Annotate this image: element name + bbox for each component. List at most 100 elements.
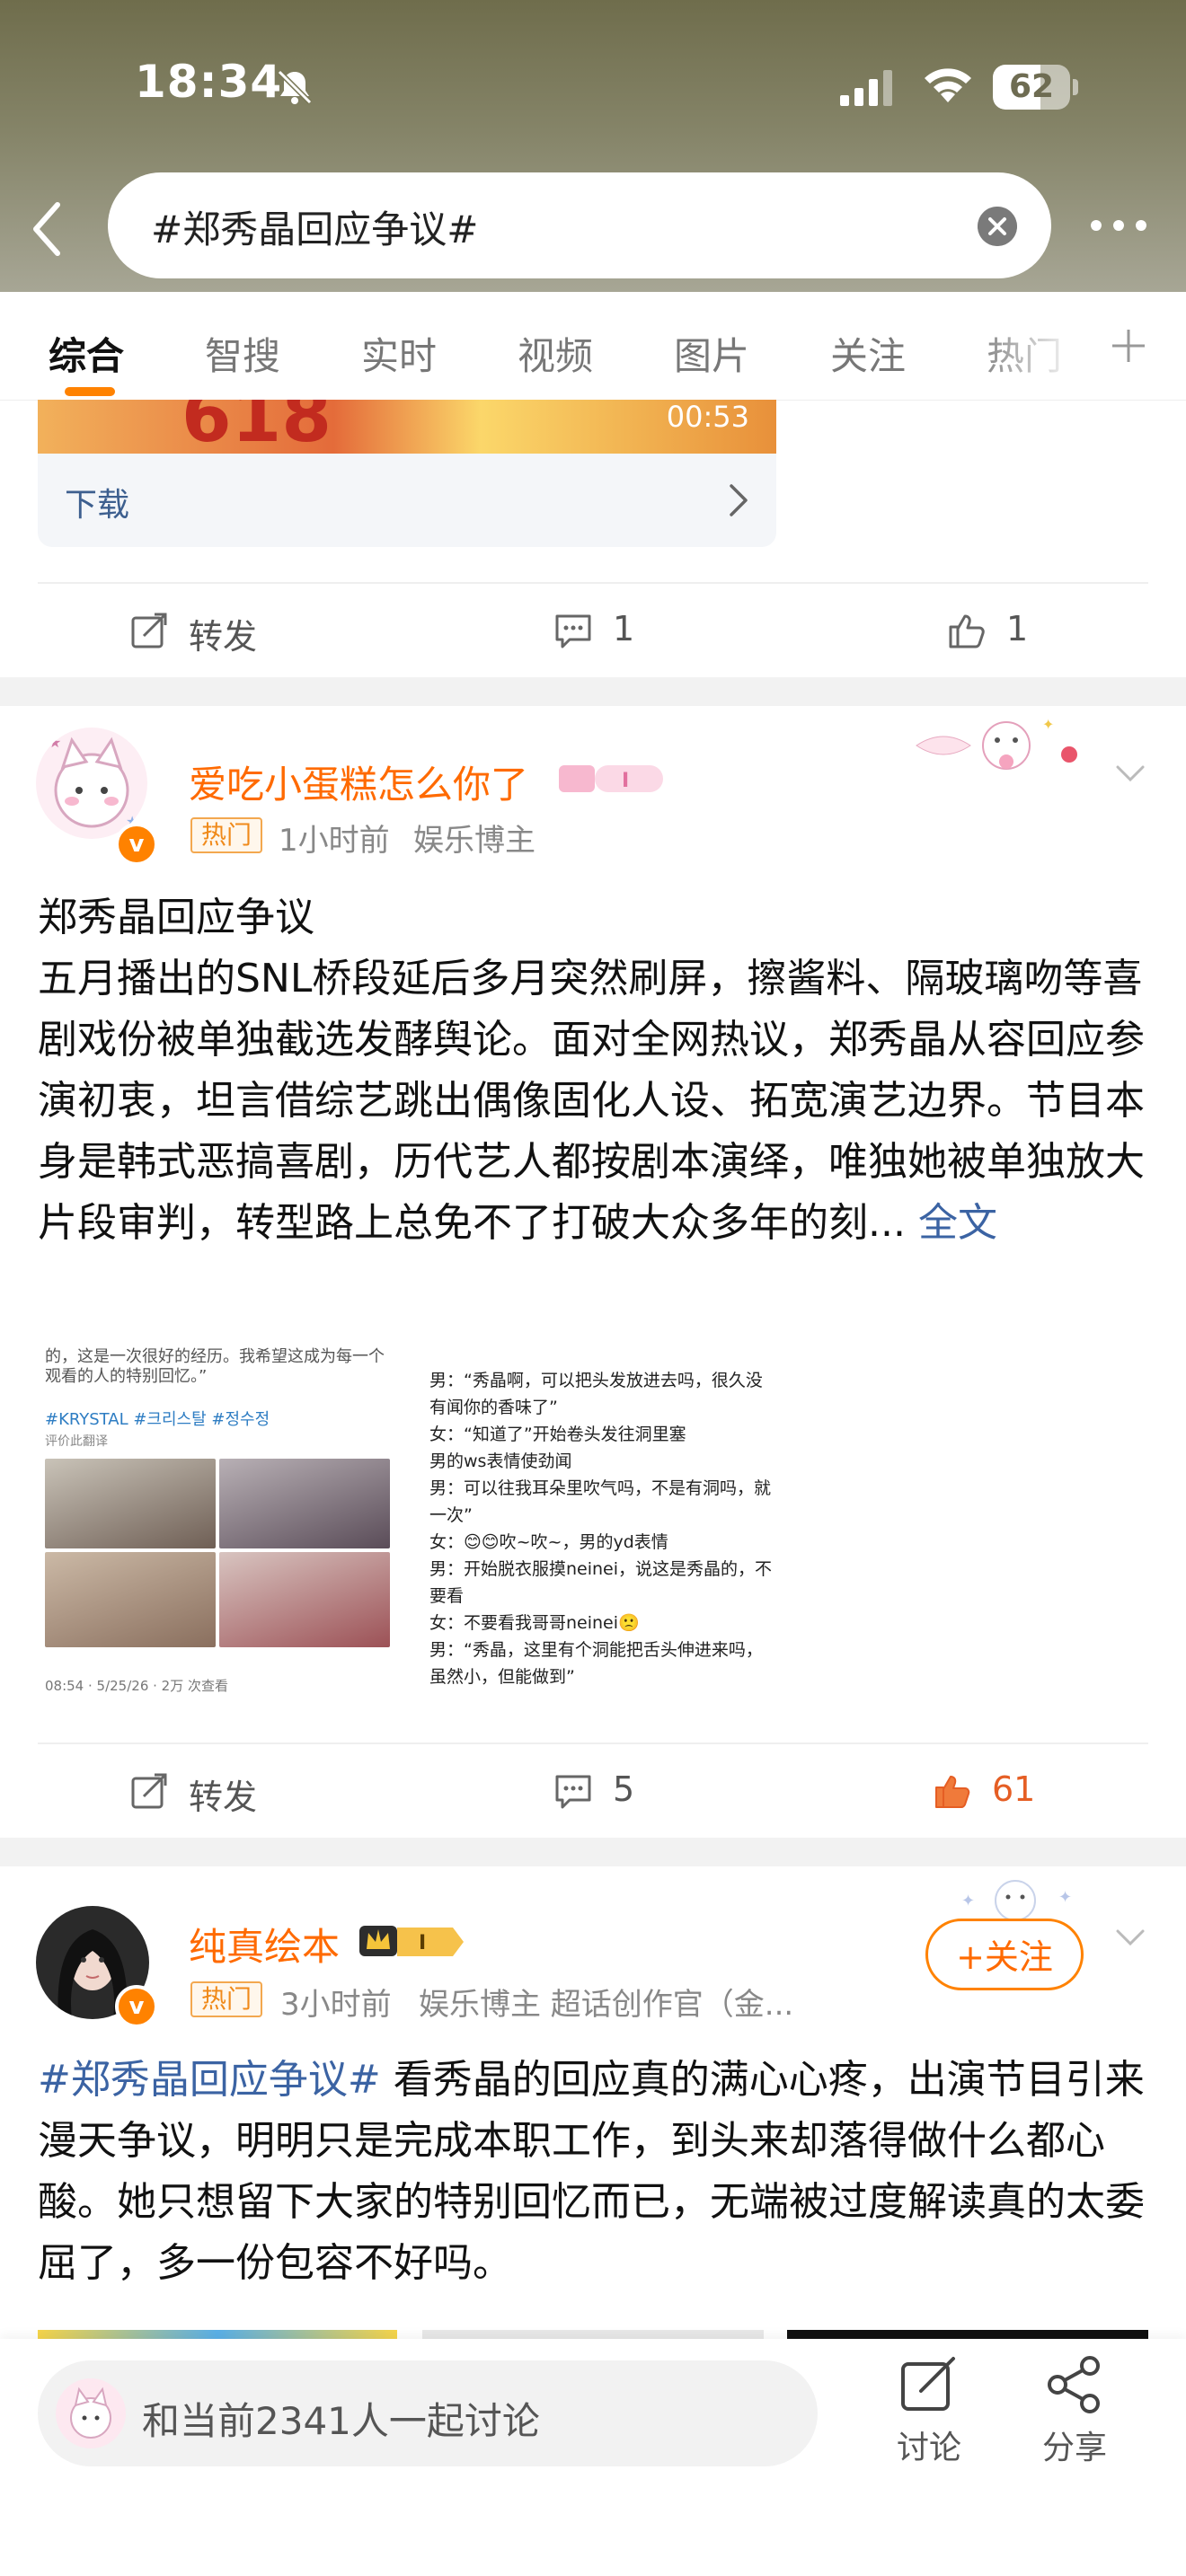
post2-image-right[interactable]: 男：“秀晶啊，可以把头发放进去吗，很久没 有闻你的香味了” 女：“知道了”开始卷头发… bbox=[415, 1342, 776, 1710]
post2-text-wrap: 五月播出的SNL桥段延后多月突然刷屏，擦酱料、隔玻璃吻等喜剧戏份被单独截选发酵舆… bbox=[38, 948, 1148, 1254]
post1-actions: 转发 1 1 bbox=[0, 586, 1186, 675]
repost-icon bbox=[131, 1773, 167, 1809]
back-icon[interactable] bbox=[25, 198, 70, 260]
image-left-translate: 评价此翻译 bbox=[45, 1434, 108, 1449]
chat-line: 女：😊😊吹~吹~，男的yd表情 bbox=[429, 1532, 668, 1552]
user-avatar-icon bbox=[56, 2378, 126, 2448]
tab-smart-search[interactable]: 智搜 bbox=[205, 326, 280, 381]
battery-level: 62 bbox=[1008, 68, 1055, 105]
bell-off-icon bbox=[277, 69, 313, 105]
repost-icon bbox=[131, 613, 167, 648]
chevron-down-icon[interactable] bbox=[1114, 1928, 1146, 1949]
more-icon[interactable] bbox=[1087, 212, 1150, 239]
tab-active-indicator bbox=[65, 387, 115, 396]
wifi-icon bbox=[925, 68, 971, 102]
bottom-bar: 和当前2341人一起讨论 讨论 分享 bbox=[0, 2339, 1186, 2576]
hot-badge: 热门 bbox=[190, 817, 263, 853]
post3-time: 3小时前 bbox=[280, 1987, 392, 2023]
divider bbox=[38, 1742, 1148, 1744]
search-input[interactable]: #郑秀晶回应争议# bbox=[108, 172, 1051, 278]
like-count: 61 bbox=[992, 1769, 1036, 1809]
tab-images[interactable]: 图片 bbox=[674, 326, 749, 381]
like-icon bbox=[949, 614, 985, 648]
tab-realtime[interactable]: 实时 bbox=[361, 326, 437, 381]
image-left-footer: 08:54 · 5/25/26 · 2万 次查看 bbox=[45, 1678, 228, 1694]
crown-badge-icon: I bbox=[359, 1926, 464, 1956]
feed-gap bbox=[0, 677, 1186, 706]
svg-text:✦: ✦ bbox=[1058, 1888, 1072, 1907]
battery-indicator: 62 bbox=[993, 65, 1070, 110]
post2-actions: 转发 5 61 bbox=[0, 1746, 1186, 1836]
photo bbox=[45, 1552, 216, 1647]
image-left-tags: #KRYSTAL #크리스탈 #정수정 bbox=[45, 1410, 270, 1429]
tab-following[interactable]: 关注 bbox=[830, 326, 906, 381]
post3-username[interactable]: 纯真绘本 bbox=[189, 1917, 340, 1972]
post1-image-text: 618 bbox=[181, 400, 332, 454]
status-time: 18:34 bbox=[135, 56, 283, 108]
download-label: 下载 bbox=[65, 487, 130, 524]
tab-fade bbox=[970, 292, 1078, 398]
chevron-right-icon bbox=[730, 484, 748, 516]
discuss-button[interactable]: 讨论 bbox=[884, 2355, 974, 2481]
avatar[interactable]: ★ ★ bbox=[36, 728, 147, 839]
post1-image[interactable]: 618 00:53 bbox=[38, 400, 776, 454]
discuss-input[interactable]: 和当前2341人一起讨论 bbox=[38, 2360, 818, 2466]
chat-line: 男：可以往我耳朵里吹气吗，不是有洞吗，就 bbox=[429, 1478, 772, 1498]
signal-icon bbox=[840, 70, 892, 106]
chat-line: 一次” bbox=[429, 1505, 473, 1525]
comment-count: 1 bbox=[613, 609, 635, 648]
discuss-icon bbox=[901, 2357, 955, 2411]
svg-text:I: I bbox=[622, 770, 629, 792]
repost-label: 转发 bbox=[189, 1778, 258, 1817]
decoration-sticker-icon: ✦ bbox=[916, 716, 1077, 770]
comment-count: 5 bbox=[613, 1769, 635, 1809]
chat-line: 女：“知道了”开始卷头发往洞里塞 bbox=[429, 1425, 686, 1444]
photo bbox=[219, 1459, 390, 1548]
post2-media[interactable]: 的，这是一次很好的经历。我希望这成为每一个观看的人的特别回忆。” #KRYSTA… bbox=[38, 1342, 776, 1710]
read-more-link[interactable]: 全文 bbox=[918, 1200, 997, 1246]
image-left-caption: 的，这是一次很好的经历。我希望这成为每一个观看的人的特别回忆。” bbox=[45, 1347, 385, 1386]
svg-text:★: ★ bbox=[49, 734, 61, 751]
like-icon bbox=[935, 1776, 970, 1808]
download-bar[interactable]: 下载 bbox=[38, 454, 776, 547]
chat-line: 男：“秀晶啊，可以把头发放进去吗，很久没 bbox=[429, 1371, 763, 1390]
post2-image-left[interactable]: 的，这是一次很好的经历。我希望这成为每一个观看的人的特别回忆。” #KRYSTA… bbox=[38, 1342, 397, 1710]
post2-username[interactable]: 爱吃小蛋糕怎么你了 bbox=[189, 754, 528, 809]
post2-role: 娱乐博主 bbox=[413, 823, 535, 859]
chat-line: 男：“秀晶，这里有个洞能把舌头伸进来吗， bbox=[429, 1640, 763, 1660]
plus-icon[interactable] bbox=[1107, 324, 1150, 367]
post3-body: #郑秀晶回应争议# 看秀晶的回应真的满心心疼，出演节目引来漫天争议，明明只是完成… bbox=[38, 2050, 1148, 2294]
header: 18:34 62 #郑秀晶回应争议# bbox=[0, 0, 1186, 292]
chevron-down-icon[interactable] bbox=[1114, 763, 1146, 785]
svg-text:✦: ✦ bbox=[1042, 716, 1054, 733]
search-clear-icon[interactable] bbox=[978, 207, 1017, 246]
hashtag-link[interactable]: #郑秀晶回应争议# bbox=[38, 2057, 381, 2103]
discuss-placeholder: 和当前2341人一起讨论 bbox=[142, 2399, 540, 2443]
photo bbox=[219, 1552, 390, 1647]
post1-video-time: 00:53 bbox=[666, 400, 749, 434]
battery-nub bbox=[1073, 79, 1078, 95]
feed-gap bbox=[0, 1838, 1186, 1866]
post3-text-wrap: #郑秀晶回应争议# 看秀晶的回应真的满心心疼，出演节目引来漫天争议，明明只是完成… bbox=[38, 2050, 1148, 2294]
post2-body: 郑秀晶回应争议 五月播出的SNL桥段延后多月突然刷屏，擦酱料、隔玻璃吻等喜剧戏份… bbox=[38, 887, 1148, 1254]
share-button[interactable]: 分享 bbox=[1030, 2355, 1120, 2481]
chat-line: 有闻你的香味了” bbox=[429, 1398, 558, 1417]
chat-line: 女：不要看我哥哥neinei🙁 bbox=[429, 1613, 640, 1633]
photo bbox=[45, 1459, 216, 1548]
post2-time: 1小时前 bbox=[279, 823, 390, 859]
post2-title: 郑秀晶回应争议 bbox=[38, 895, 314, 940]
chat-line: 男的ws表情使劲闻 bbox=[429, 1451, 572, 1471]
search-query: #郑秀晶回应争议# bbox=[151, 207, 479, 251]
comment-icon bbox=[555, 1775, 591, 1809]
comment-icon bbox=[555, 614, 591, 648]
repost-label: 转发 bbox=[189, 617, 258, 657]
hot-badge: 热门 bbox=[190, 1981, 263, 2017]
tab-video[interactable]: 视频 bbox=[518, 326, 593, 381]
follow-button[interactable]: +关注 bbox=[925, 1919, 1084, 1990]
tab-comprehensive[interactable]: 综合 bbox=[49, 326, 124, 381]
share-icon bbox=[1048, 2356, 1100, 2413]
svg-text:I: I bbox=[419, 1932, 426, 1954]
chat-line: 男：开始脱衣服摸neinei，说这是秀晶的，不 bbox=[429, 1559, 773, 1579]
chat-line: 虽然小，但能做到” bbox=[429, 1667, 575, 1687]
chat-line: 要看 bbox=[429, 1586, 465, 1606]
